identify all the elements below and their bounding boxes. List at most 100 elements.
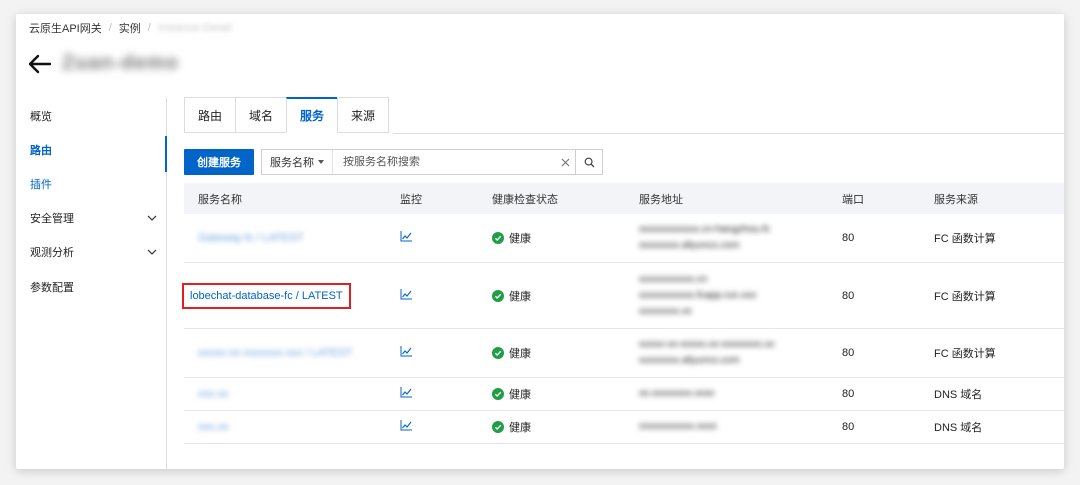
service-name-link[interactable]: xxx.xx [198,388,229,400]
health-label: 健康 [509,422,531,434]
tab-bar: 路由 域名 服务 来源 [184,97,390,133]
source-cell: FC 函数计算 [920,262,1064,329]
tab-routes[interactable]: 路由 [184,97,236,133]
line-chart-icon[interactable] [400,387,412,398]
sidebar-item-overview[interactable]: 概览 [16,102,166,130]
column-header: 健康检查状态 [478,183,625,214]
service-address-line: xx.xxxxxxxx.xxxx [639,388,715,399]
search-input[interactable] [333,156,555,168]
caret-down-icon [318,160,324,164]
breadcrumb-separator: / [147,22,151,34]
breadcrumb-current: Instance-Detail [157,22,232,34]
app-window: 云原生API网关 / 实例 / Instance-Detail Zuan-dem… [16,14,1064,469]
breadcrumb-root[interactable]: 云原生API网关 [29,20,102,36]
check-circle-icon [492,347,504,359]
health-status: 健康 [492,230,625,246]
column-header: 服务来源 [920,183,1064,214]
line-chart-icon[interactable] [400,420,412,431]
column-header: 服务名称 [184,183,386,214]
sidebar-item-plugins[interactable]: 插件 [16,170,166,198]
sidebar-item-label: 参数配置 [30,282,74,294]
port-cell: 80 [828,377,920,411]
check-circle-icon [492,388,504,400]
tab-sources[interactable]: 来源 [337,97,390,133]
service-address-line: xxxxxxxxxxxx.cn-hangzhou.fc [639,224,771,235]
tab-domains[interactable]: 域名 [235,97,287,133]
breadcrumb-separator: / [108,22,112,34]
chevron-down-icon [147,249,157,255]
table-row: lobechat-database-fc / LATEST 健康 xxxxxxx… [182,262,1064,329]
tab-services[interactable]: 服务 [286,97,338,133]
health-label: 健康 [509,348,531,360]
service-name-link[interactable]: Gateway-fc / LATEST [198,232,304,244]
tab-label: 路由 [198,108,223,123]
sidebar-item-parameters[interactable]: 参数配置 [16,273,166,301]
source-cell: DNS 域名 [920,410,1064,444]
line-chart-icon[interactable] [400,346,412,357]
search-icon [584,157,594,167]
port-cell: 80 [828,214,920,263]
services-table: 服务名称 监控 健康检查状态 服务地址 端口 服务来源 Gateway-fc /… [182,183,1064,444]
search-button[interactable] [575,150,602,174]
sidebar-item-label: 安全管理 [30,213,74,225]
service-address-line: xxxxxxxxxxx.xxxx [639,421,717,432]
tab-label: 来源 [351,108,376,123]
source-cell: FC 函数计算 [920,214,1064,263]
health-label: 健康 [509,233,531,245]
line-chart-icon[interactable] [400,288,412,300]
line-chart-icon[interactable] [400,231,412,242]
table-row: xxx.xx 健康 xxxxxxxxxxx.xxxx 80 DNS 域名 [184,410,1064,444]
check-circle-icon [492,421,504,433]
tab-label: 服务 [300,109,325,123]
close-icon [561,158,569,166]
table-row: xxxxx-xx-xxxxxxx-xxx / LATEST 健康 xxxxx-x… [184,328,1064,378]
check-circle-icon [492,232,504,244]
service-address-line: xxxxx-xx-xxxxx.xx-xxxxxxxx.xx [639,339,775,350]
sidebar-item-label: 概览 [30,111,52,123]
tab-bar-divider [393,133,1064,134]
highlight-box: lobechat-database-fc / LATEST [182,282,351,309]
table-row: Gateway-fc / LATEST 健康 xxxxxxxxxxxx.cn-h… [184,214,1064,263]
column-header: 服务地址 [625,183,828,214]
service-name-link[interactable]: xxx.xx [198,421,229,433]
health-status: 健康 [492,345,625,361]
clear-search-button[interactable] [555,158,575,167]
port-cell: 80 [828,262,920,329]
service-address-line: xxxxxxxx.aliyuncs.com [639,240,740,251]
health-status: 健康 [492,288,625,304]
toolbar: 创建服务 服务名称 [184,149,603,175]
sidebar-item-security[interactable]: 安全管理 [16,204,166,232]
port-cell: 80 [828,410,920,444]
service-address-line: xxxxxxxxxxx.cn [639,273,708,285]
service-address-line: xxxxxxxx.aliyuncs.com [639,355,740,366]
column-header: 端口 [828,183,920,214]
source-cell: FC 函数计算 [920,328,1064,378]
search-filter-label: 服务名称 [270,157,314,169]
column-header: 监控 [386,183,478,214]
sidebar-item-label: 观测分析 [30,247,74,259]
sidebar: 概览 路由 插件 安全管理 观测分析 参数配置 [16,98,167,469]
sidebar-item-label: 插件 [30,179,52,191]
health-label: 健康 [509,389,531,401]
service-name-link[interactable]: xxxxx-xx-xxxxxxx-xxx / LATEST [198,347,352,359]
search-filter-select[interactable]: 服务名称 [262,150,333,174]
sidebar-item-observability[interactable]: 观测分析 [16,238,166,266]
breadcrumb: 云原生API网关 / 实例 / Instance-Detail [29,20,231,36]
source-cell: DNS 域名 [920,377,1064,411]
check-circle-icon [492,289,504,302]
service-address-line: xxxxxxxx.xx [639,305,692,317]
sidebar-item-routes[interactable]: 路由 [16,136,167,172]
tab-label: 域名 [249,108,274,123]
health-status: 健康 [492,386,625,402]
search-box: 服务名称 [261,149,603,175]
port-cell: 80 [828,328,920,378]
service-name-link[interactable]: lobechat-database-fc / LATEST [190,290,343,302]
page-header: Zuan-demo [28,52,179,75]
table-header-row: 服务名称 监控 健康检查状态 服务地址 端口 服务来源 [184,183,1064,214]
arrow-left-icon[interactable] [28,54,52,74]
chevron-down-icon [147,215,157,221]
page-title: Zuan-demo [62,52,179,74]
create-service-button[interactable]: 创建服务 [184,149,254,175]
breadcrumb-instances[interactable]: 实例 [119,20,141,36]
sidebar-item-label: 路由 [30,145,52,157]
